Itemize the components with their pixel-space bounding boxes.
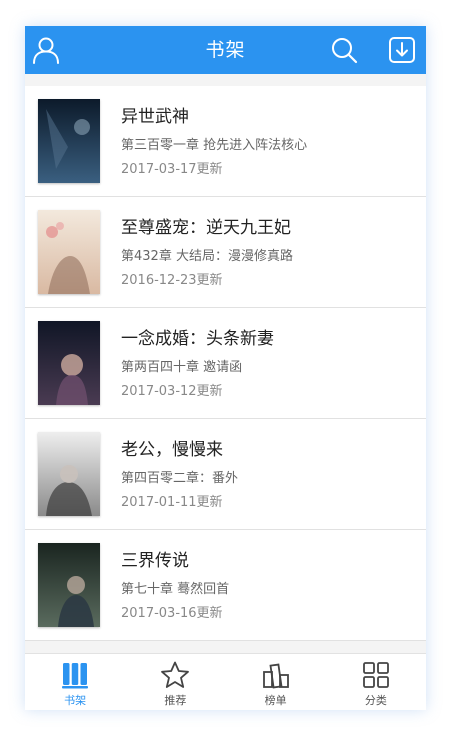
category-grid-icon [362,662,389,688]
tab-ranking[interactable]: 榜单 [226,654,326,710]
download-icon[interactable] [387,35,417,65]
ranking-icon [262,663,289,689]
book-cover[interactable] [38,210,100,294]
book-title: 一念成婚：头条新妻 [121,329,274,349]
book-title: 异世武神 [121,107,189,127]
latest-chapter: 第两百四十章 邀请函 [121,360,243,375]
search-icon[interactable] [329,35,359,65]
latest-chapter: 第四百零二章：番外 [121,471,239,486]
update-date: 2017-01-11更新 [121,495,223,510]
update-date: 2017-03-16更新 [121,606,223,621]
tab-label: 分类 [364,694,387,707]
bookshelf-list: 异世武神 第三百零一章 抢先进入阵法核心 2017-03-17更新 至尊盛宠：逆… [25,86,426,641]
bottom-tab-bar: 书架 推荐 榜单 分类 [25,653,426,710]
page-title: 书架 [205,39,246,61]
update-date: 2017-03-12更新 [121,384,223,399]
latest-chapter: 第七十章 蓦然回首 [121,582,230,597]
bookshelf-icon [62,663,89,689]
book-title: 三界传说 [121,551,189,571]
tab-recommend[interactable]: 推荐 [125,654,225,710]
tab-label: 榜单 [264,694,287,707]
book-item[interactable]: 三界传说 第七十章 蓦然回首 2017-03-16更新 [25,530,426,641]
latest-chapter: 第432章 大结局：漫漫修真路 [121,249,293,264]
tab-label: 推荐 [164,694,187,707]
tab-bookshelf[interactable]: 书架 [25,654,125,710]
latest-chapter: 第三百零一章 抢先进入阵法核心 [121,138,308,153]
book-title: 老公，慢慢来 [121,440,223,460]
book-title: 至尊盛宠：逆天九王妃 [121,218,291,238]
book-cover[interactable] [38,321,100,405]
book-cover[interactable] [38,99,100,183]
book-cover[interactable] [38,432,100,516]
update-date: 2016-12-23更新 [121,273,223,288]
book-item[interactable]: 一念成婚：头条新妻 第两百四十章 邀请函 2017-03-12更新 [25,308,426,419]
book-cover[interactable] [38,543,100,627]
app-frame: 书架 异世武神 第三百零一章 抢先进入阵法核心 2017-03-17更新 至尊盛… [25,26,426,710]
book-item[interactable]: 老公，慢慢来 第四百零二章：番外 2017-01-11更新 [25,419,426,530]
tab-category[interactable]: 分类 [326,654,426,710]
star-icon [161,661,190,688]
top-bar: 书架 [25,26,426,74]
book-item[interactable]: 至尊盛宠：逆天九王妃 第432章 大结局：漫漫修真路 2016-12-23更新 [25,197,426,308]
update-date: 2017-03-17更新 [121,162,223,177]
tab-label: 书架 [64,694,87,707]
book-item[interactable]: 异世武神 第三百零一章 抢先进入阵法核心 2017-03-17更新 [25,86,426,197]
